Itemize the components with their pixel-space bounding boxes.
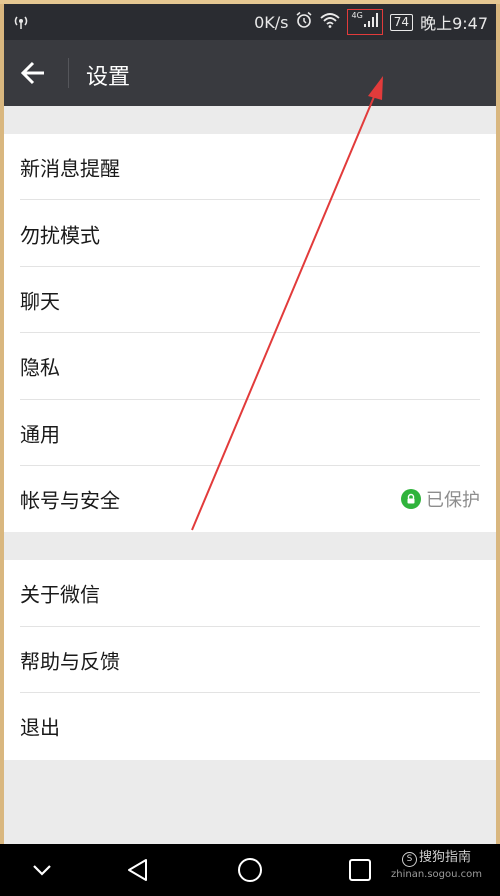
settings-item-help-feedback[interactable]: 帮助与反馈 xyxy=(4,627,496,694)
back-arrow-icon[interactable] xyxy=(18,57,50,89)
settings-item-label: 关于微信 xyxy=(20,582,100,607)
cell-signal-icon xyxy=(363,12,379,32)
page-title: 设置 xyxy=(86,65,131,90)
settings-item-label: 帮助与反馈 xyxy=(20,649,120,674)
settings-item-label: 退出 xyxy=(20,715,60,740)
watermark: S 搜狗指南 zhinan.sogou.com xyxy=(391,850,482,883)
settings-item-about[interactable]: 关于微信 xyxy=(4,560,496,627)
settings-item-label: 帐号与安全 xyxy=(20,488,120,513)
wifi-icon xyxy=(320,12,341,32)
app-bar: 设置 xyxy=(4,40,496,106)
settings-item-logout[interactable]: 退出 xyxy=(4,693,496,760)
home-circle-icon[interactable] xyxy=(236,856,264,884)
settings-item-general[interactable]: 通用 xyxy=(4,400,496,466)
network-type: 4G xyxy=(351,11,363,20)
watermark-url: zhinan.sogou.com xyxy=(390,869,482,880)
lock-icon xyxy=(401,489,421,510)
settings-item-account-security[interactable]: 帐号与安全 已保护 xyxy=(4,466,496,532)
settings-item-label: 聊天 xyxy=(20,289,60,314)
network-speed: 0K/s xyxy=(254,12,289,32)
signal-highlight-box: 4G xyxy=(347,9,383,35)
alarm-icon xyxy=(295,11,313,33)
settings-group-main: 新消息提醒 勿扰模式 聊天 隐私 通用 帐号与安全 已保护 xyxy=(4,134,496,532)
settings-item-do-not-disturb[interactable]: 勿扰模式 xyxy=(4,200,496,267)
battery-indicator: 74 xyxy=(389,13,414,31)
protection-status-label: 已保护 xyxy=(426,490,480,512)
clock: 晚上9:47 xyxy=(420,14,488,33)
photo-frame-right xyxy=(496,0,500,896)
watermark-text: 搜狗指南 xyxy=(418,850,471,865)
settings-item-label: 勿扰模式 xyxy=(20,223,100,248)
settings-item-label: 通用 xyxy=(20,422,60,447)
back-triangle-icon[interactable] xyxy=(124,856,152,884)
settings-item-new-message[interactable]: 新消息提醒 xyxy=(4,134,496,201)
settings-item-privacy[interactable]: 隐私 xyxy=(4,333,496,400)
settings-group-misc: 关于微信 帮助与反馈 退出 xyxy=(4,560,496,760)
app-bar-divider xyxy=(68,58,69,88)
sogou-logo-icon: S xyxy=(401,852,417,867)
recents-square-icon[interactable] xyxy=(346,856,374,884)
settings-item-label: 新消息提醒 xyxy=(20,156,120,181)
settings-item-label: 隐私 xyxy=(20,355,60,380)
settings-item-chat[interactable]: 聊天 xyxy=(4,267,496,334)
hotspot-icon xyxy=(12,13,30,33)
status-bar: 0K/s 4G 74 晚上9:47 xyxy=(4,4,496,40)
chevron-down-icon[interactable] xyxy=(28,856,56,884)
system-nav-bar: S 搜狗指南 zhinan.sogou.com xyxy=(0,844,500,896)
protection-status: 已保护 xyxy=(401,486,480,512)
